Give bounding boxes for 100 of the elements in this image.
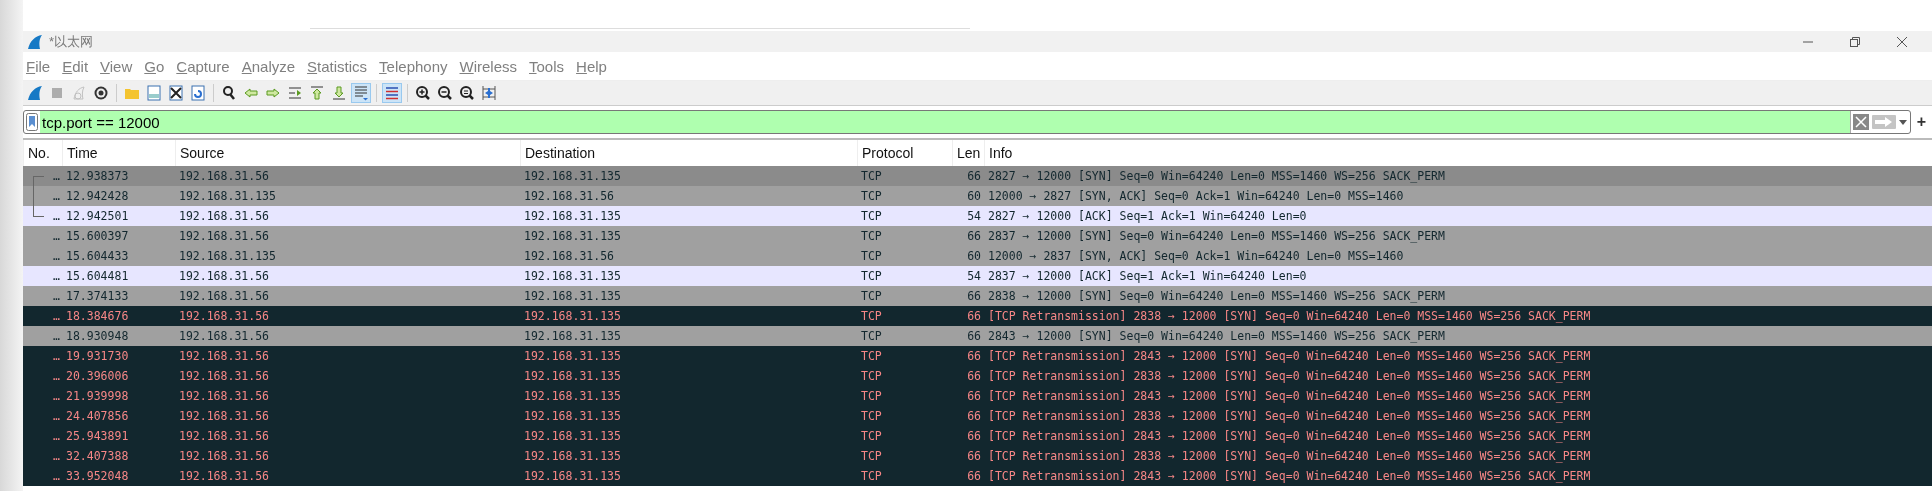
right-arrow-icon xyxy=(265,85,281,101)
info-cell-text: 2837 → 12000 [ACK] Seq=1 Ack=1 Win=64240 Len=0 xyxy=(987,269,1308,283)
number-cell-text: … xyxy=(52,329,61,343)
colorize-icon xyxy=(384,85,400,101)
toggle-button[interactable] xyxy=(382,83,402,103)
packet-row[interactable]: … 17.374133 192.168.31.56 192.168.31.135 TCP 66 2838 → 12000 [SYN] Seq=0 Win=64240 Len=0 MSS=1460 WS=256 SACK_PERM xyxy=(23,286,1932,306)
packet-row[interactable]: … 21.939998 192.168.31.56 192.168.31.135 TCP 66 [TCP Retransmission] 2843 → 12000 [SYN] Seq=0 Win=64240 Len=0 MSS=1460 WS=256 SACK_PERM xyxy=(23,386,1932,406)
window-title: *以太网 xyxy=(49,32,94,51)
info-cell-text: 2827 → 12000 [SYN] Seq=0 Win=64240 Len=0 MSS=1460 WS=256 SACK_PERM xyxy=(987,169,1446,183)
length-cell-text: 66 xyxy=(966,289,982,303)
info-cell-text: [TCP Retransmission] 2838 → 12000 [SYN] Seq=0 Win=64240 Len=0 MSS=1460 WS=256 SACK_PERM xyxy=(987,409,1592,423)
down-arrow-icon xyxy=(331,85,347,101)
menu-item[interactable]: View xyxy=(100,57,133,75)
packet-row[interactable]: … 20.396006 192.168.31.56 192.168.31.135 TCP 66 [TCP Retransmission] 2838 → 12000 [SYN] Seq=0 Win=64240 Len=0 MSS=1460 WS=256 SACK_PERM xyxy=(23,366,1932,386)
time-cell-text: 33.952048 xyxy=(65,469,130,483)
protocol-cell-text: TCP xyxy=(860,209,883,223)
protocol-cell-text: TCP xyxy=(860,429,883,443)
destination-cell-text: 192.168.31.135 xyxy=(523,309,622,323)
reload-icon xyxy=(190,85,206,101)
length-cell-text: 60 xyxy=(966,249,982,263)
destination-cell-text: 192.168.31.135 xyxy=(523,169,622,183)
packet-row[interactable]: … 12.942428 192.168.31.135 192.168.31.56 TCP 60 12000 → 2827 [SYN, ACK] Seq=0 Ack=1 Win=64240 Len=0 MSS=1460 xyxy=(23,186,1932,206)
source-cell-text: 192.168.31.135 xyxy=(178,189,277,203)
length-cell-text: 66 xyxy=(966,369,982,383)
packet-row[interactable]: … 18.930948 192.168.31.56 192.168.31.135 TCP 66 2843 → 12000 [SYN] Seq=0 Win=64240 Len=0 MSS=1460 WS=256 SACK_PERM xyxy=(23,326,1932,346)
menu-item[interactable]: Tools xyxy=(529,57,565,75)
length-cell-text: 66 xyxy=(966,389,982,403)
protocol-cell-text: TCP xyxy=(860,449,883,463)
destination-cell-text: 192.168.31.135 xyxy=(523,269,622,283)
packet-row[interactable]: … 15.604481 192.168.31.56 192.168.31.135 TCP 54 2837 → 12000 [ACK] Seq=1 Ack=1 Win=64240 Len=0 xyxy=(23,266,1932,286)
menu-item[interactable]: Wireless xyxy=(459,57,518,75)
destination-cell-text: 192.168.31.135 xyxy=(523,469,622,483)
menu-item[interactable]: Help xyxy=(576,57,607,75)
packet-row[interactable]: … 12.938373 192.168.31.56 192.168.31.135 TCP 66 2827 → 12000 [SYN] Seq=0 Win=64240 Len=0 MSS=1460 WS=256 SACK_PERM xyxy=(23,166,1932,186)
length-cell-text: 66 xyxy=(966,329,982,343)
packet-row[interactable]: … 25.943891 192.168.31.56 192.168.31.135 TCP 66 [TCP Retransmission] 2843 → 12000 [SYN] Seq=0 Win=64240 Len=0 MSS=1460 WS=256 SACK_PERM xyxy=(23,426,1932,446)
source-cell-text: 192.168.31.56 xyxy=(178,469,270,483)
restore-icon[interactable] xyxy=(1849,35,1861,48)
source-cell-text: 192.168.31.56 xyxy=(178,269,270,283)
dropdown-caret-icon[interactable] xyxy=(1898,119,1907,125)
source-cell-text: 192.168.31.56 xyxy=(178,349,270,363)
source-cell-text: 192.168.31.56 xyxy=(178,449,270,463)
packet-row[interactable]: … 19.931730 192.168.31.56 192.168.31.135 TCP 66 [TCP Retransmission] 2843 → 12000 [SYN] Seq=0 Win=64240 Len=0 MSS=1460 WS=256 SACK_PERM xyxy=(23,346,1932,366)
packet-row[interactable]: … 15.600397 192.168.31.56 192.168.31.135 TCP 66 2837 → 12000 [SYN] Seq=0 Win=64240 Len=0 MSS=1460 WS=256 SACK_PERM xyxy=(23,226,1932,246)
time-cell-text: 12.938373 xyxy=(65,169,130,183)
packet-row[interactable]: … 15.604433 192.168.31.135 192.168.31.56 TCP 60 12000 → 2837 [SYN, ACK] Seq=0 Ack=1 Win=64240 Len=0 MSS=1460 xyxy=(23,246,1932,266)
packet-row[interactable]: … 24.407856 192.168.31.56 192.168.31.135 TCP 66 [TCP Retransmission] 2838 → 12000 [SYN] Seq=0 Win=64240 Len=0 MSS=1460 WS=256 SACK_PERM xyxy=(23,406,1932,426)
destination-cell-text: 192.168.31.135 xyxy=(523,289,622,303)
protocol-cell-text: TCP xyxy=(860,229,883,243)
destination-cell-text: 192.168.31.135 xyxy=(523,229,622,243)
source-cell-text: 192.168.31.56 xyxy=(178,329,270,343)
menu-item[interactable]: Go xyxy=(144,57,165,75)
time-cell-text: 20.396006 xyxy=(65,369,130,383)
protocol-cell-text: TCP xyxy=(860,269,883,283)
source-cell-text: 192.168.31.56 xyxy=(178,309,270,323)
packet-row[interactable]: … 12.942501 192.168.31.56 192.168.31.135 TCP 54 2827 → 12000 [ACK] Seq=1 Ack=1 Win=64240 Len=0 xyxy=(23,206,1932,226)
info-cell-text: 12000 → 2827 [SYN, ACK] Seq=0 Ack=1 Win=64240 Len=0 MSS=1460 xyxy=(987,189,1405,203)
restart-icon xyxy=(71,85,87,101)
close-file-icon xyxy=(168,85,184,101)
search-icon xyxy=(221,85,237,101)
display-filter-field[interactable]: tcp.port == 12000 xyxy=(40,111,1850,133)
number-cell-text: … xyxy=(52,289,61,303)
source-cell-text: 192.168.31.56 xyxy=(178,389,270,403)
length-cell-text: 66 xyxy=(966,429,982,443)
protocol-cell-text: TCP xyxy=(860,369,883,383)
bookmark-icon[interactable] xyxy=(26,113,38,131)
destination-cell-text: 192.168.31.56 xyxy=(523,189,615,203)
app-logo-icon xyxy=(27,33,43,50)
destination-cell-text: 192.168.31.56 xyxy=(523,249,615,263)
clear-icon[interactable] xyxy=(1852,114,1869,130)
time-cell-text: 24.407856 xyxy=(65,409,130,423)
add-filter-button[interactable]: + xyxy=(1916,113,1932,131)
length-cell-text: 66 xyxy=(966,349,982,363)
length-cell-text: 66 xyxy=(966,409,982,423)
menu-item[interactable]: File xyxy=(26,57,51,75)
protocol-cell-text: TCP xyxy=(860,349,883,363)
number-cell-text: … xyxy=(52,389,61,403)
menu-item[interactable]: Analyze xyxy=(241,57,296,75)
save-file-icon xyxy=(146,85,162,101)
menu-item[interactable]: Edit xyxy=(62,57,89,75)
packet-row[interactable]: … 32.407388 192.168.31.56 192.168.31.135 TCP 66 [TCP Retransmission] 2838 → 12000 [SYN] Seq=0 Win=64240 Len=0 MSS=1460 WS=256 SACK_PERM xyxy=(23,446,1932,466)
toggle-button[interactable] xyxy=(351,83,371,103)
packet-row[interactable]: … 18.384676 192.168.31.56 192.168.31.135 TCP 66 [TCP Retransmission] 2838 → 12000 [SYN] Seq=0 Win=64240 Len=0 MSS=1460 WS=256 SACK_PERM xyxy=(23,306,1932,326)
menu-item[interactable]: Statistics xyxy=(307,57,368,75)
packet-row[interactable]: … 33.952048 192.168.31.56 192.168.31.135 TCP 66 [TCP Retransmission] 2843 → 12000 [SYN] Seq=0 Win=64240 Len=0 MSS=1460 WS=256 SACK_PERM xyxy=(23,466,1932,486)
info-cell-text: [TCP Retransmission] 2843 → 12000 [SYN] Seq=0 Win=64240 Len=0 MSS=1460 WS=256 SACK_PERM xyxy=(987,389,1592,403)
info-cell-text: [TCP Retransmission] 2838 → 12000 [SYN] Seq=0 Win=64240 Len=0 MSS=1460 WS=256 SACK_PERM xyxy=(987,369,1592,383)
settings-icon xyxy=(93,85,109,101)
toolbar-button[interactable] xyxy=(166,83,186,103)
menu-item[interactable]: Capture xyxy=(176,57,230,75)
length-cell-text: 66 xyxy=(966,469,982,483)
info-cell-text: 2837 → 12000 [SYN] Seq=0 Win=64240 Len=0 MSS=1460 WS=256 SACK_PERM xyxy=(987,229,1446,243)
close-icon[interactable] xyxy=(1896,35,1908,48)
zoom-in-icon xyxy=(415,85,431,101)
number-cell-text: … xyxy=(52,209,61,223)
time-cell-text: 15.600397 xyxy=(65,229,130,243)
menu-item[interactable]: Telephony xyxy=(379,57,448,75)
stop-icon xyxy=(49,85,65,101)
source-cell-text: 192.168.31.135 xyxy=(178,249,277,263)
time-cell-text: 12.942428 xyxy=(65,189,130,203)
